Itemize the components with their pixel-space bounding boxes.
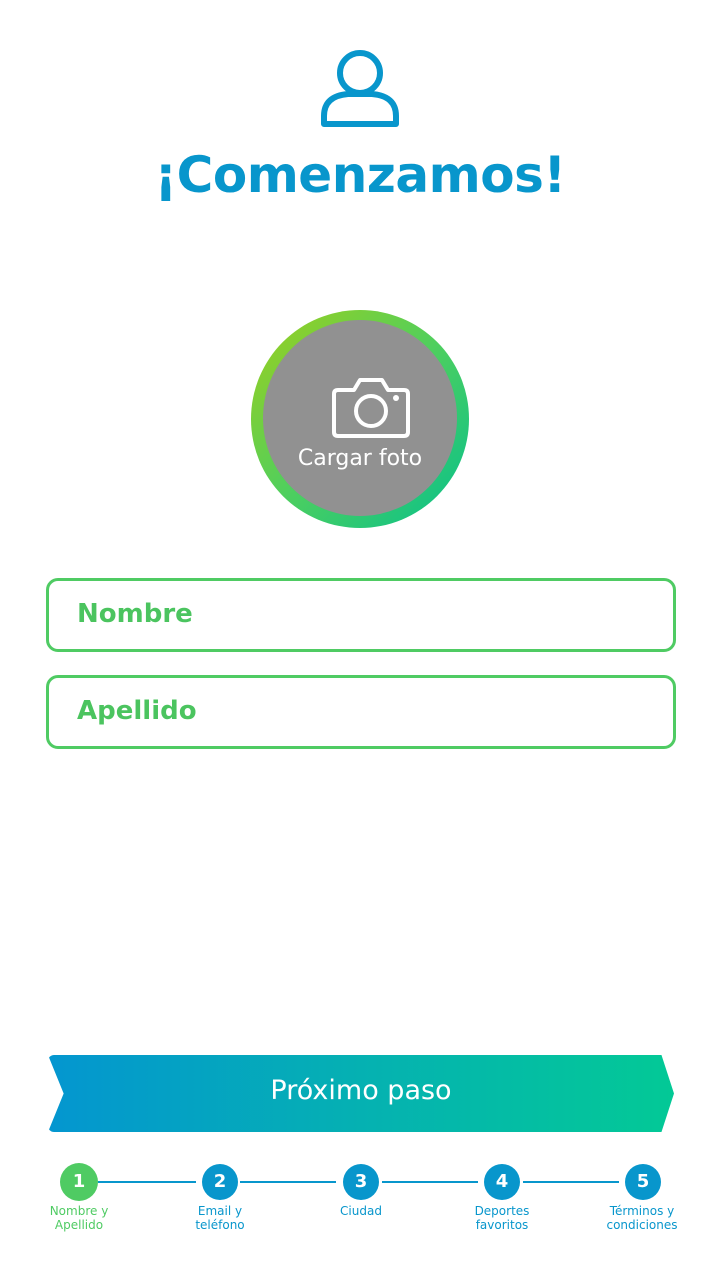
last-name-field[interactable]: Apellido	[46, 675, 676, 749]
last-name-placeholder: Apellido	[77, 696, 197, 726]
step-2-indicator: 2	[202, 1164, 238, 1200]
step-1-label-line2: Apellido	[54, 1218, 104, 1232]
upload-photo-button[interactable]: Cargar foto	[251, 310, 469, 528]
step-2-label-line1: Email y	[197, 1204, 243, 1218]
camera-icon	[332, 378, 410, 438]
first-name-placeholder: Nombre	[77, 599, 193, 629]
step-4-label-line1: Deportes	[474, 1204, 530, 1218]
next-step-label: Próximo paso	[270, 1075, 452, 1106]
step-5-label-line1: Términos y	[609, 1204, 675, 1218]
step-2-label: Email y teléfono	[160, 1204, 280, 1232]
step-4-label: Deportes favoritos	[442, 1204, 562, 1232]
step-2-label-line2: teléfono	[195, 1218, 245, 1232]
step-1-indicator: 1	[60, 1163, 98, 1201]
step-3-label-line1: Ciudad	[340, 1204, 382, 1218]
step-4-label-line2: favoritos	[475, 1218, 529, 1232]
next-step-button[interactable]: Próximo paso	[48, 1055, 674, 1132]
photo-placeholder[interactable]: Cargar foto	[263, 320, 457, 516]
step-4-indicator: 4	[484, 1164, 520, 1200]
step-3-indicator: 3	[343, 1164, 379, 1200]
stepper-connector	[240, 1181, 336, 1183]
stepper-connector	[382, 1181, 478, 1183]
upload-photo-label: Cargar foto	[297, 446, 423, 471]
user-icon	[321, 50, 399, 127]
step-1-label: Nombre y Apellido	[19, 1204, 139, 1232]
stepper-connector	[98, 1181, 196, 1183]
step-5-label-line2: condiciones	[606, 1218, 678, 1232]
page-title: ¡Comenzamos!	[154, 146, 566, 204]
step-1-label-line1: Nombre y	[49, 1204, 109, 1218]
step-5-indicator: 5	[625, 1164, 661, 1200]
step-5-label: Términos y condiciones	[582, 1204, 702, 1232]
stepper-connector	[523, 1181, 619, 1183]
step-3-label: Ciudad	[301, 1204, 421, 1218]
first-name-field[interactable]: Nombre	[46, 578, 676, 652]
